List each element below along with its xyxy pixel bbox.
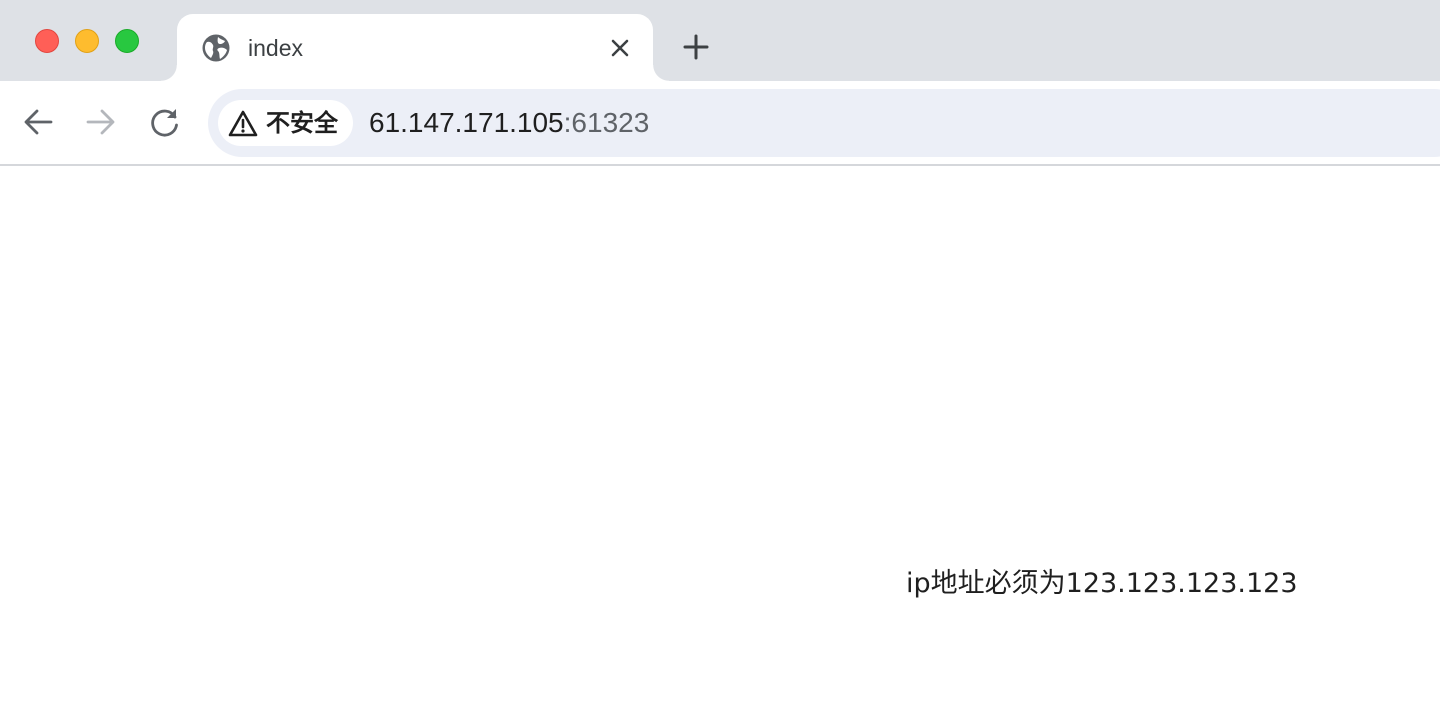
address-bar[interactable]: 不安全 61.147.171.105:61323	[208, 89, 1440, 157]
security-indicator[interactable]: 不安全	[218, 100, 353, 146]
browser-window: index 不安全 61.147.171.105:61323 ip地址必须为12…	[0, 0, 1440, 714]
minimize-window-button[interactable]	[75, 29, 99, 53]
forward-button[interactable]	[84, 105, 118, 139]
tab-title: index	[248, 35, 303, 61]
close-window-button[interactable]	[35, 29, 59, 53]
url-port: :61323	[563, 107, 650, 138]
url-text[interactable]: 61.147.171.105:61323	[369, 106, 649, 140]
page-message: ip地址必须为123.123.123.123	[906, 568, 1298, 599]
security-label: 不安全	[266, 109, 338, 137]
tab-index[interactable]: index	[161, 14, 669, 81]
new-tab-button[interactable]	[681, 32, 711, 62]
warning-icon	[228, 110, 258, 137]
url-host: 61.147.171.105	[369, 107, 564, 138]
close-tab-icon[interactable]	[607, 35, 633, 61]
toolbar: 不安全 61.147.171.105:61323	[0, 81, 1440, 166]
maximize-window-button[interactable]	[115, 29, 139, 53]
back-button[interactable]	[21, 105, 55, 139]
globe-icon	[202, 34, 230, 62]
tab-strip: index	[0, 0, 1440, 81]
reload-button[interactable]	[148, 105, 182, 139]
